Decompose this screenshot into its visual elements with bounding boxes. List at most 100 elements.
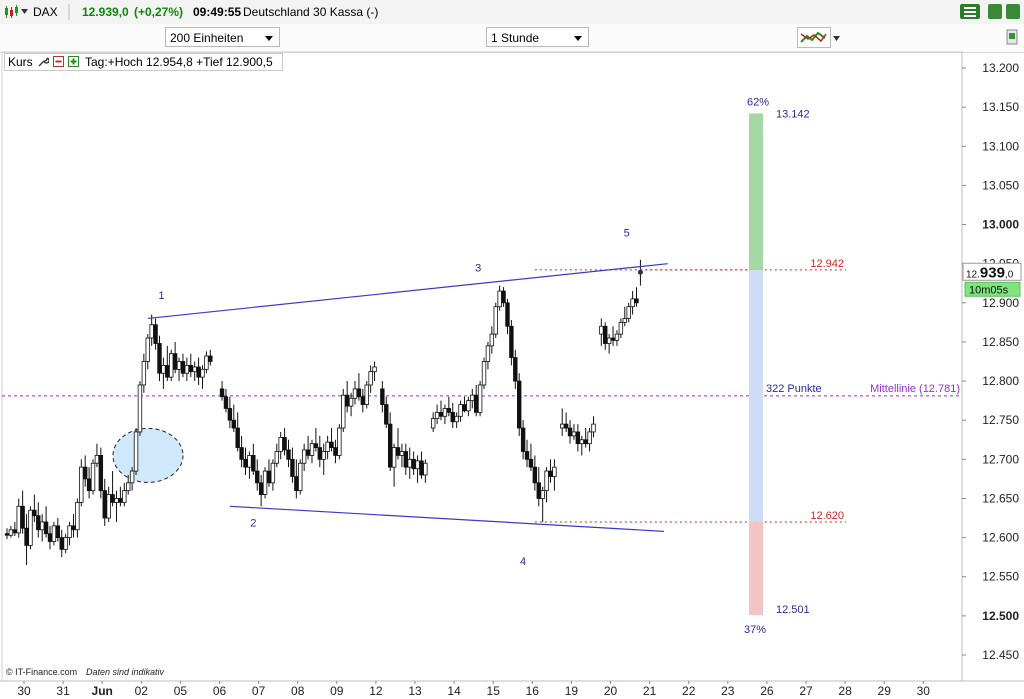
chart-type-button[interactable] — [797, 27, 831, 48]
candle-body — [86, 478, 92, 492]
minus-box-icon[interactable] — [53, 56, 64, 67]
x-tick-label: 20 — [604, 684, 618, 698]
range-bottom-label: 12.501 — [776, 604, 810, 616]
candle-body — [262, 470, 268, 495]
y-tick-label: 12.850 — [982, 335, 1019, 349]
candle-body — [356, 388, 362, 398]
candle-body — [255, 470, 260, 484]
candle-body — [270, 462, 276, 484]
candle-body — [341, 394, 346, 429]
menu-icon-line — [964, 11, 976, 13]
candle-body — [470, 394, 475, 402]
candle-body — [126, 482, 131, 492]
candle-body — [329, 441, 334, 448]
x-tick-label: 23 — [721, 684, 735, 698]
candle-body — [442, 408, 448, 417]
candle-body — [8, 529, 14, 536]
plus-box-icon[interactable] — [68, 56, 79, 67]
candle-body — [94, 455, 100, 464]
candle-body — [481, 361, 487, 386]
x-tick-label: 29 — [878, 684, 892, 698]
candle-body — [32, 509, 37, 517]
last-price: 12.939,0 — [82, 5, 129, 19]
candle-body — [454, 415, 459, 423]
candle-body — [321, 451, 326, 460]
candle-body — [133, 431, 139, 472]
wave-label: 3 — [475, 262, 481, 274]
x-tick-label: 31 — [56, 684, 70, 698]
candle-body — [43, 521, 49, 535]
candle-body — [313, 443, 319, 448]
candle-body — [278, 437, 283, 452]
units-select[interactable]: 200 Einheiten — [165, 27, 280, 47]
candle-body — [364, 384, 369, 405]
x-tick-label: 05 — [174, 684, 188, 698]
candle-body — [544, 470, 549, 492]
menu-button[interactable] — [960, 4, 980, 19]
chart-type-icon — [800, 31, 827, 43]
candle-body — [204, 355, 209, 370]
y-tick-label: 13.200 — [982, 61, 1019, 75]
candle-body — [235, 427, 240, 448]
x-tick-label: 26 — [760, 684, 774, 698]
candle-body — [24, 527, 29, 546]
chat-button[interactable] — [988, 4, 1002, 19]
tools-button[interactable] — [1006, 4, 1020, 19]
x-tick-label: 08 — [291, 684, 305, 698]
range-span-label: 322 Punkte — [766, 383, 822, 395]
candle-body — [348, 397, 354, 407]
candle-body — [430, 418, 436, 429]
y-tick-label: 12.500 — [982, 609, 1019, 623]
level-label: 12.942 — [810, 258, 844, 270]
countdown-label: 10m05s — [969, 284, 1009, 296]
range-bottom-pct: 37% — [744, 624, 766, 636]
candle-body — [266, 470, 272, 484]
candle-body — [473, 394, 479, 413]
candle-body — [567, 427, 573, 437]
price-chart[interactable]: Mittellinie (12.781)12.94212.62062%37%13… — [0, 0, 1024, 699]
x-tick-label: Jun — [92, 684, 113, 698]
candle-body — [16, 505, 21, 534]
candle-body — [290, 458, 295, 477]
y-tick-label: 12.650 — [982, 491, 1019, 505]
x-tick-label: 07 — [252, 684, 266, 698]
candle-body — [638, 271, 643, 274]
candle-body — [282, 437, 287, 451]
y-tick-label: 12.750 — [982, 413, 1019, 427]
candle-body — [180, 361, 186, 374]
y-tick-label: 13.150 — [982, 100, 1019, 114]
settings-icon[interactable] — [1005, 28, 1021, 48]
y-tick-label: 13.000 — [982, 218, 1019, 232]
y-tick-label: 12.950 — [982, 257, 1019, 271]
candle-body — [380, 388, 385, 405]
candle-body — [477, 384, 483, 413]
candle-body — [513, 357, 518, 382]
candle-body — [411, 458, 416, 470]
candle-body — [415, 460, 420, 470]
candle-body — [274, 451, 279, 464]
candle-body — [509, 325, 514, 358]
candle-body — [489, 333, 495, 347]
wrench-icon[interactable] — [37, 56, 49, 68]
candle-body — [403, 451, 409, 468]
candle-body — [434, 411, 440, 420]
x-tick-label: 30 — [17, 684, 31, 698]
candle-body — [333, 447, 338, 456]
dropdown-arrow-icon[interactable] — [21, 8, 29, 16]
interval-select[interactable]: 1 Stunde — [486, 27, 589, 47]
candle-body — [243, 458, 248, 468]
candle-body — [137, 384, 143, 433]
chart-type-dropdown-icon[interactable] — [833, 35, 841, 43]
candle-body — [196, 366, 201, 378]
candle-body — [587, 431, 592, 445]
candle-body — [337, 427, 342, 456]
quote-time: 09:49:55 — [193, 5, 242, 19]
menu-icon — [964, 7, 976, 9]
current-price-label: 12.939,0 — [966, 264, 1014, 281]
candle-body — [391, 447, 397, 468]
candle-body — [153, 324, 158, 344]
legend-label: Kurs — [8, 55, 33, 69]
candle-body — [301, 449, 307, 464]
candle-body — [20, 505, 25, 529]
x-tick-label: 06 — [213, 684, 227, 698]
